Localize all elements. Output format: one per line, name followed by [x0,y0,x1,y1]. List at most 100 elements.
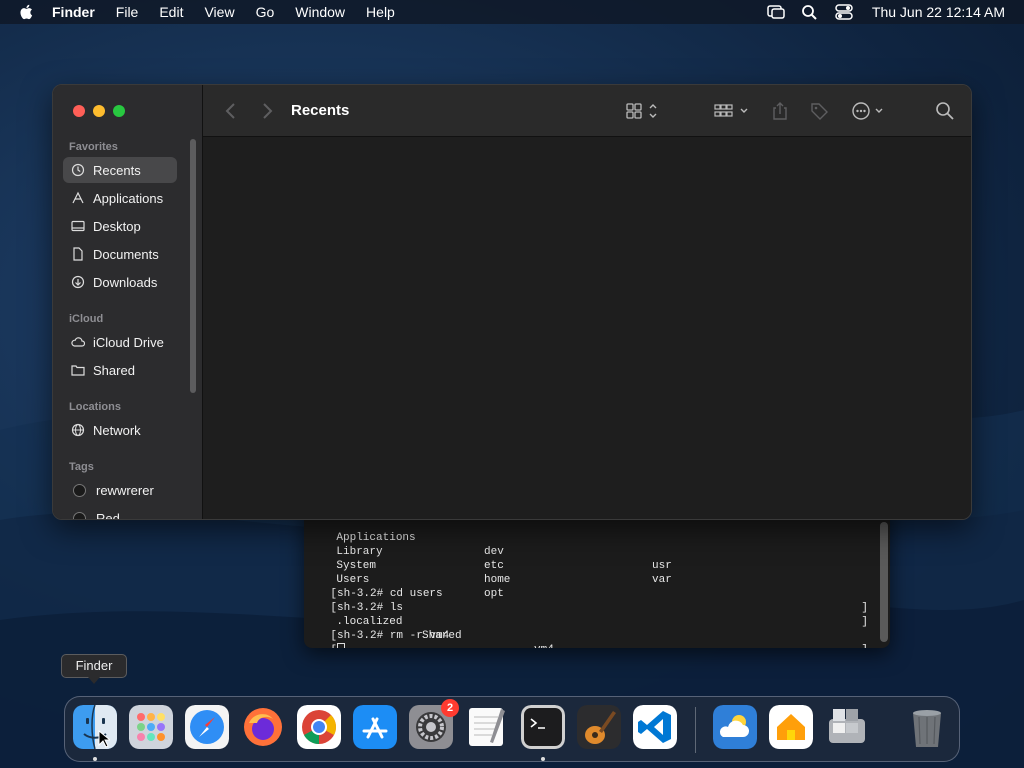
notification-badge: 2 [441,699,459,717]
sidebar-scrollbar[interactable] [190,139,196,393]
tag-color-dot [73,511,86,519]
finder-window: Favorites Recents Applications Desktop D… [52,84,972,520]
terminal-line: Users opt [310,559,503,600]
bootcamp-app-icon[interactable] [825,705,869,749]
menu-app-name[interactable]: Finder [52,4,95,20]
document-icon [73,247,83,261]
menu-file[interactable]: File [116,4,139,20]
terminal-line: .localized Shared vm4 [310,601,553,648]
window-controls [73,105,125,117]
sidebar-item-tag-red[interactable]: Red [63,505,177,520]
menu-go[interactable]: Go [256,4,275,20]
menu-clock[interactable]: Thu Jun 22 12:14 AM [872,4,1005,20]
zoom-button[interactable] [113,105,125,117]
terminal-window[interactable]: Applications dev usr Library etc var Sys… [304,500,890,648]
menu-bar: Finder File Edit View Go Window Help Thu… [0,0,1024,24]
running-indicator [541,757,545,761]
sidebar-section-icloud: iCloud [69,313,104,325]
menu-view[interactable]: View [204,4,234,20]
running-indicator [93,757,97,761]
minimize-button[interactable] [93,105,105,117]
sidebar-item-label: rewwrerer [96,482,154,498]
terminal-text: dev [484,546,504,558]
sidebar-item-network[interactable]: Network [63,417,177,443]
dock: 2 [64,696,960,762]
sidebar-item-downloads[interactable]: Downloads [63,269,177,295]
firefox-app-icon[interactable] [241,705,285,749]
safari-app-icon[interactable] [185,705,229,749]
more-actions-icon[interactable] [851,101,887,121]
launchpad-app-icon[interactable] [129,705,173,749]
terminal-text: vm4 [534,643,554,648]
finder-sidebar: Favorites Recents Applications Desktop D… [53,85,203,520]
sidebar-item-applications[interactable]: Applications [63,185,177,211]
finder-toolbar: Recents [203,85,971,137]
terminal-line: [sh-3.2# ls ] [304,587,884,628]
applications-icon [72,191,84,204]
apple-menu-icon[interactable] [18,3,36,21]
view-mode-icon[interactable] [625,101,661,121]
tag-icon[interactable] [809,101,829,121]
sidebar-section-locations: Locations [69,401,121,413]
sidebar-item-label: Applications [93,190,164,206]
close-button[interactable] [73,105,85,117]
terminal-bracket: ] [861,602,868,614]
terminal-cursor [337,643,346,648]
window-title: Recents [291,102,350,119]
garageband-app-icon[interactable] [577,705,621,749]
download-icon [71,275,85,289]
cloud-icon [71,337,85,347]
sidebar-item-icloud-drive[interactable]: iCloud Drive [63,329,177,355]
terminal-line: [sh-3.2# rm -r vm4 ] [304,615,884,648]
terminal-text: etc [484,560,504,572]
control-center-icon[interactable] [834,4,854,20]
sidebar-item-label: Downloads [93,274,158,290]
finder-app-icon[interactable] [73,705,117,749]
dock-tooltip: Finder [61,654,127,684]
terminal-command: [sh-3.2# rm -r vm4 [330,630,450,642]
terminal-prompt[interactable]: [ [304,629,346,648]
menu-edit[interactable]: Edit [159,4,183,20]
sidebar-item-label: Documents [93,246,159,262]
menu-help[interactable]: Help [366,4,395,20]
trash-icon[interactable] [905,705,949,749]
sidebar-item-label: Red [96,510,120,520]
home-app-icon[interactable] [769,705,813,749]
sidebar-item-label: Desktop [93,218,141,234]
terminal-line: System home [310,545,510,586]
terminal-app-icon[interactable] [521,705,565,749]
textedit-app-icon[interactable] [465,705,509,749]
back-icon[interactable] [223,101,239,121]
mouse-pointer-icon [98,730,110,748]
sidebar-item-desktop[interactable]: Desktop [63,213,177,239]
globe-icon [71,423,85,437]
terminal-text: [ [330,644,337,648]
weather-app-icon[interactable] [713,705,757,749]
vscode-app-icon[interactable] [633,705,677,749]
sidebar-section-favorites: Favorites [69,141,118,153]
group-by-icon[interactable] [713,101,751,121]
sidebar-item-label: Shared [93,362,135,378]
sidebar-item-documents[interactable]: Documents [63,241,177,267]
chrome-app-icon[interactable] [297,705,341,749]
app-store-app-icon[interactable] [353,705,397,749]
terminal-line: [sh-3.2# cd users ] [304,573,884,614]
menu-window[interactable]: Window [295,4,345,20]
desktop-icon [71,220,85,232]
forward-icon[interactable] [259,101,275,121]
system-settings-app[interactable]: 2 [409,699,459,749]
search-icon[interactable] [935,101,955,121]
sidebar-item-label: iCloud Drive [93,334,164,350]
spotlight-icon[interactable] [800,4,820,20]
shared-folder-icon [71,365,85,376]
terminal-bracket: ] [861,643,868,648]
dock-separator [695,707,696,753]
sidebar-item-label: Recents [93,162,141,178]
sidebar-item-recents[interactable]: Recents [63,157,177,183]
sidebar-item-tag[interactable]: rewwrerer [63,477,177,503]
share-icon[interactable] [771,101,789,121]
finder-content-area[interactable] [203,137,971,519]
terminal-scrollbar[interactable] [880,522,888,642]
sidebar-item-shared[interactable]: Shared [63,357,177,383]
screen-mirroring-icon[interactable] [766,4,786,20]
